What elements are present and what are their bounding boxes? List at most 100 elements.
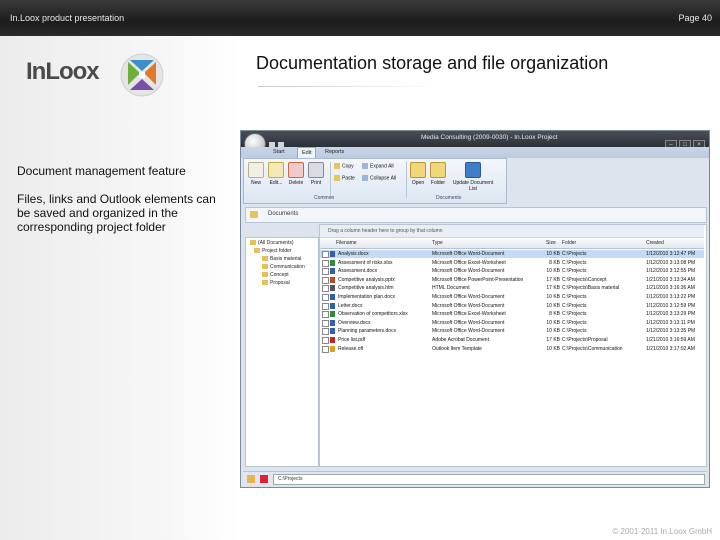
- update-document-list-button[interactable]: Update Document List: [450, 162, 496, 192]
- table-row[interactable]: Analysis.docx Microsoft Office Word-Docum…: [320, 250, 704, 258]
- row-checkbox[interactable]: [322, 302, 329, 310]
- cell-created: 1/12/2010 3:12:55 PM: [646, 268, 696, 275]
- tree-item-project-folder[interactable]: Project folder: [254, 248, 291, 254]
- table-row[interactable]: Implementation plan.docx Microsoft Office…: [320, 293, 704, 301]
- tree-item-concept[interactable]: Concept: [262, 272, 289, 278]
- row-checkbox[interactable]: [322, 311, 329, 319]
- column-folder[interactable]: Folder: [562, 240, 576, 246]
- cell-created: 1/12/2010 3:12:59 PM: [646, 302, 696, 309]
- file-type-icon: [330, 259, 335, 266]
- cell-type: Microsoft Office Word-Document: [432, 251, 505, 257]
- cell-folder: C:\Projects: [562, 268, 587, 275]
- copyright: © 2001-2011 In.Loox GmbH: [612, 527, 712, 536]
- print-button[interactable]: Print: [308, 162, 324, 186]
- table-row[interactable]: Price list.pdf Adobe Acrobat Document 17 K…: [320, 336, 704, 344]
- cell-name: Release.oft: [338, 345, 364, 352]
- cell-created: 1/21/2010 3:13:34 AM: [646, 276, 695, 283]
- documents-folder-icon: [250, 211, 258, 218]
- row-checkbox[interactable]: [322, 337, 329, 344]
- table-row[interactable]: Overview.docx Microsoft Office Word-Docum…: [320, 319, 704, 327]
- tab-edit[interactable]: Edit: [297, 147, 317, 158]
- cell-name: Assessment of risks.xlsx: [338, 259, 393, 266]
- table-row[interactable]: Letter.docx Microsoft Office Word-Documen…: [320, 302, 704, 310]
- row-checkbox[interactable]: [322, 345, 329, 353]
- open-button[interactable]: Open: [410, 162, 426, 186]
- table-row[interactable]: Competitive analysis.pptx Microsoft Offic…: [320, 276, 704, 284]
- refresh-icon: [465, 162, 481, 178]
- row-checkbox[interactable]: [322, 259, 329, 267]
- cell-folder: C:\Projects: [562, 302, 587, 309]
- table-row[interactable]: Release.oft Outlook Item Template 10 KB C:\…: [320, 345, 704, 353]
- ribbon-separator: [406, 162, 407, 198]
- row-checkbox[interactable]: [322, 268, 329, 276]
- table-row[interactable]: Observation of competitors.xlsx Microsoft…: [320, 310, 704, 319]
- expand-all-button[interactable]: Expand All: [362, 163, 394, 169]
- tree-item-all-documents[interactable]: (All Documents): [250, 240, 294, 246]
- row-checkbox[interactable]: [322, 276, 329, 284]
- feature-description: Files, links and Outlook elements can be…: [17, 192, 216, 234]
- new-button[interactable]: New: [248, 162, 264, 186]
- folder-button[interactable]: Folder: [430, 162, 446, 186]
- cell-type: Microsoft Office Word-Document: [432, 294, 505, 300]
- file-type-icon: [330, 311, 335, 318]
- folder-icon: [262, 256, 268, 262]
- documents-grid: Drag a column header here to group by th…: [319, 224, 707, 467]
- delete-icon: [288, 162, 304, 178]
- tree-item-communication[interactable]: Communication: [262, 264, 305, 270]
- column-type[interactable]: Type: [432, 240, 443, 246]
- paste-button[interactable]: Paste: [334, 175, 355, 181]
- path-field[interactable]: C:\Projects: [273, 474, 705, 485]
- file-type-icon: [330, 294, 335, 300]
- row-checkbox[interactable]: [322, 294, 329, 301]
- cell-name: Overview.docx: [338, 319, 371, 326]
- cell-size: 10 KB: [546, 268, 560, 275]
- edit-button[interactable]: Edit...: [268, 162, 284, 186]
- folder-icon: [262, 280, 268, 286]
- cell-created: 1/12/2010 3:13:08 PM: [646, 259, 696, 266]
- slide-title: Documentation storage and file organizat…: [256, 53, 609, 73]
- open-folder-icon: [410, 162, 426, 178]
- cell-folder: C:\Projects\Communication: [562, 345, 623, 352]
- ribbon-separator: [330, 162, 331, 198]
- table-row[interactable]: Planning parameters.docx Microsoft Office…: [320, 327, 704, 336]
- cell-type: HTML Document: [432, 285, 470, 292]
- ribbon-tabs: Start Edit Reports: [241, 147, 709, 158]
- tree-item-basis-material[interactable]: Basis material: [262, 256, 301, 262]
- column-filename[interactable]: Filename: [336, 240, 357, 246]
- cell-type: Microsoft Office Word-Document: [432, 302, 505, 309]
- tab-start[interactable]: Start: [273, 149, 285, 155]
- cell-folder: C:\Projects: [562, 259, 587, 266]
- cell-size: 10 KB: [546, 294, 560, 300]
- delete-icon[interactable]: [260, 475, 268, 483]
- cell-type: Microsoft Office Excel-Worksheet: [432, 259, 506, 266]
- column-created[interactable]: Created: [646, 240, 664, 246]
- status-bar: C:\Projects: [243, 471, 707, 486]
- row-checkbox[interactable]: [322, 251, 329, 258]
- column-size[interactable]: Size: [546, 240, 556, 246]
- quick-access-toolbar[interactable]: [269, 135, 291, 148]
- delete-button[interactable]: Delete: [288, 162, 304, 186]
- logo-text: InLoox: [26, 58, 100, 85]
- cell-folder: C:\Projects: [562, 311, 587, 318]
- top-bar: In.Loox product presentation Page 40: [0, 0, 720, 36]
- cell-type: Microsoft Office Word-Document: [432, 328, 505, 335]
- table-row[interactable]: Competitive analysis.htm HTML Document 17 …: [320, 284, 704, 293]
- tree-item-proposal[interactable]: Proposal: [262, 280, 290, 286]
- table-row[interactable]: Assessment of risks.xlsx Microsoft Office…: [320, 259, 704, 267]
- collapse-all-button[interactable]: Collapse All: [362, 175, 396, 181]
- row-checkbox[interactable]: [322, 319, 329, 327]
- cell-size: 8 KB: [549, 311, 560, 318]
- cell-size: 10 KB: [546, 251, 560, 257]
- documents-header: Documents: [245, 207, 707, 223]
- page-number: Page 40: [678, 13, 712, 23]
- file-type-icon: [330, 268, 335, 275]
- copy-button[interactable]: Copy: [334, 163, 354, 169]
- expand-icon: [362, 163, 368, 169]
- cell-folder: C:\Projects: [562, 294, 587, 300]
- row-checkbox[interactable]: [322, 285, 329, 293]
- tab-reports[interactable]: Reports: [325, 149, 344, 155]
- app-window: Media Consulting (2009-0030) - In.Loox P…: [240, 130, 710, 488]
- table-row[interactable]: Assessment.docx Microsoft Office Word-Doc…: [320, 267, 704, 276]
- row-checkbox[interactable]: [322, 328, 329, 336]
- folder-icon[interactable]: [247, 475, 255, 483]
